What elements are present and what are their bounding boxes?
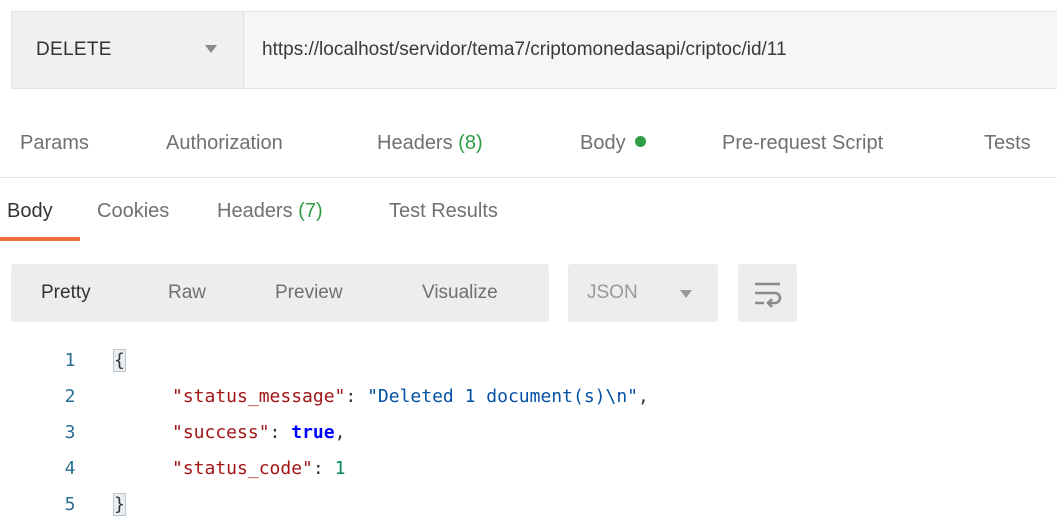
request-bar: DELETE https://localhost/servidor/tema7/… [11,11,1057,89]
open-brace: { [113,349,126,372]
code-line: "status_code": 1 [172,458,345,479]
method-label: DELETE [36,39,112,60]
response-tab-test-results[interactable]: Test Results [389,200,498,223]
code-line: "success": true, [172,422,345,443]
json-separator: : [269,422,292,443]
json-tail: , [638,386,649,407]
json-key: "status_code" [172,458,313,479]
language-select-value: JSON [587,282,638,303]
tab-tests[interactable]: Tests [984,132,1031,155]
visualize-button[interactable]: Visualize [422,282,498,304]
tab-pre-request-script[interactable]: Pre-request Script [722,132,883,155]
tab-body-label: Body [580,132,626,154]
json-separator: : [345,386,368,407]
method-select[interactable]: DELETE [12,12,244,88]
line-number: 5 [64,494,76,515]
body-indicator-dot-icon [634,136,646,147]
url-input[interactable]: https://localhost/servidor/tema7/criptom… [262,39,787,61]
json-value: true [291,422,335,443]
chevron-down-icon [205,45,217,53]
response-tab-headers-count: (7) [298,200,323,222]
wrap-lines-button[interactable] [738,264,797,322]
response-tab-body[interactable]: Body [7,200,53,223]
line-number: 1 [64,350,76,371]
divider [0,177,1057,178]
response-tab-headers[interactable]: Headers (7) [217,200,323,223]
close-brace: } [113,493,126,516]
json-value: "Deleted 1 document(s)\n" [367,386,639,407]
pretty-button[interactable]: Pretty [41,282,91,304]
code-line: "status_message": "Deleted 1 document(s)… [172,386,649,407]
line-number: 2 [64,386,76,407]
tab-headers-count: (8) [458,132,483,154]
tab-body[interactable]: Body [580,132,646,155]
tab-headers-label: Headers [377,132,453,154]
tab-authorization[interactable]: Authorization [166,132,283,155]
line-number: 3 [64,422,76,443]
wrap-lines-icon [755,282,782,308]
raw-button[interactable]: Raw [168,282,206,304]
response-tab-headers-label: Headers [217,200,293,222]
json-value: 1 [334,458,346,479]
preview-button[interactable]: Preview [275,282,343,304]
active-tab-indicator [0,237,80,241]
chevron-down-icon [680,290,692,298]
response-tab-cookies[interactable]: Cookies [97,200,169,223]
line-number: 4 [64,458,76,479]
json-tail: , [334,422,346,443]
json-key: "status_message" [172,386,346,407]
tab-params[interactable]: Params [20,132,89,155]
json-separator: : [312,458,335,479]
json-key: "success" [172,422,270,443]
tab-headers[interactable]: Headers (8) [377,132,483,155]
